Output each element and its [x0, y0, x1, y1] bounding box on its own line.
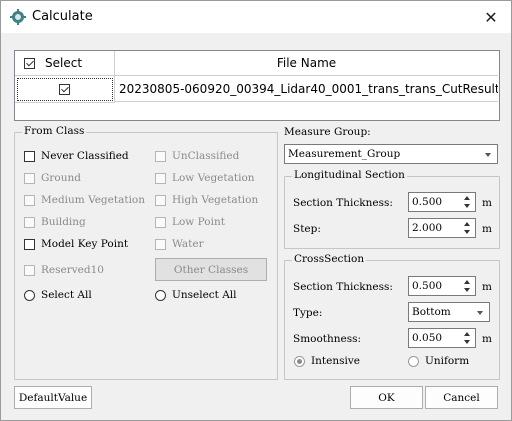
uniform-radio[interactable]: Uniform: [408, 355, 469, 367]
checkbox: [155, 150, 166, 162]
longitudinal-section-group: Longitudinal Section Section Thickness: …: [284, 169, 500, 249]
intensive-radio[interactable]: Intensive: [294, 355, 360, 367]
cross-section-title: CrossSection: [292, 253, 367, 265]
type-dropdown[interactable]: Bottom: [408, 302, 490, 322]
class-building: Building: [24, 216, 86, 228]
select-header[interactable]: Select: [15, 51, 115, 76]
type-label: Type:: [293, 307, 323, 319]
type-value: Bottom: [412, 306, 451, 318]
spin-arrows-icon[interactable]: [461, 277, 475, 295]
class-low-vegetation: Low Vegetation: [155, 172, 255, 184]
radio[interactable]: [24, 289, 35, 301]
class-high-vegetation: High Vegetation: [155, 194, 258, 206]
unit-label: m: [482, 223, 492, 235]
class-ground: Ground: [24, 172, 81, 184]
spin-arrows-icon[interactable]: [461, 193, 475, 211]
unit-label: m: [482, 281, 492, 293]
spin-arrows-icon[interactable]: [461, 219, 475, 237]
measure-group-dropdown[interactable]: Measurement_Group: [284, 144, 498, 164]
radio[interactable]: [155, 289, 166, 301]
class-reserved10: Reserved10: [24, 264, 104, 276]
checkbox: [155, 194, 166, 206]
longitudinal-thickness-spinbox[interactable]: 0.500: [408, 192, 476, 212]
radio[interactable]: [294, 355, 305, 367]
select-header-label: Select: [45, 56, 83, 70]
class-never-classified[interactable]: Never Classified: [24, 150, 129, 162]
cross-thickness-spinbox[interactable]: 0.500: [408, 276, 476, 296]
cancel-button[interactable]: Cancel: [425, 386, 498, 409]
cross-section-group: CrossSection Section Thickness: 0.500 m …: [284, 253, 500, 380]
other-classes-button: Other Classes: [155, 258, 267, 281]
title-bar: Calculate ✕: [1, 1, 511, 33]
select-all-header-checkbox[interactable]: [24, 57, 35, 69]
ok-button[interactable]: OK: [350, 386, 423, 409]
class-unclassified: UnClassified: [155, 150, 239, 162]
measure-group-value: Measurement_Group: [288, 148, 401, 160]
class-low-point: Low Point: [155, 216, 225, 228]
row-select-checkbox[interactable]: [59, 83, 70, 95]
longitudinal-section-title: Longitudinal Section: [292, 169, 407, 181]
calculate-dialog: Calculate ✕ Select File Name 20230805-06…: [0, 0, 512, 421]
section-thickness-label: Section Thickness:: [293, 197, 393, 209]
unit-label: m: [482, 197, 492, 209]
checkbox: [24, 194, 35, 206]
class-water: Water: [155, 238, 204, 250]
checkbox: [155, 172, 166, 184]
default-value-button[interactable]: DefaultValue: [14, 386, 92, 409]
table-row-select-cell[interactable]: [15, 76, 115, 103]
chevron-down-icon: [477, 311, 483, 315]
class-model-key-point[interactable]: Model Key Point: [24, 238, 128, 250]
measure-group-label: Measure Group:: [284, 126, 371, 138]
step-label: Step:: [293, 223, 321, 235]
file-name-header[interactable]: File Name: [115, 51, 498, 76]
checkbox: [24, 264, 35, 276]
smoothness-spinbox[interactable]: 0.050: [408, 328, 476, 348]
from-class-title: From Class: [22, 125, 87, 137]
checkbox: [155, 216, 166, 228]
checkbox[interactable]: [24, 150, 35, 162]
table-row-file-name[interactable]: 20230805-060920_00394_Lidar40_0001_trans…: [115, 76, 498, 102]
step-spinbox[interactable]: 2.000: [408, 218, 476, 238]
checkbox: [24, 216, 35, 228]
spin-arrows-icon[interactable]: [461, 329, 475, 347]
window-title: Calculate: [32, 9, 93, 24]
class-medium-vegetation: Medium Vegetation: [24, 194, 145, 206]
gear-app-icon: [10, 9, 26, 25]
checkbox[interactable]: [24, 238, 35, 250]
close-icon[interactable]: ✕: [471, 1, 511, 33]
checkbox: [155, 238, 166, 250]
section-thickness-label: Section Thickness:: [293, 281, 393, 293]
select-all-radio[interactable]: Select All: [24, 289, 92, 301]
file-table: Select File Name 20230805-060920_00394_L…: [14, 50, 500, 121]
unit-label: m: [482, 333, 492, 345]
radio[interactable]: [408, 355, 419, 367]
unselect-all-radio[interactable]: Unselect All: [155, 289, 237, 301]
from-class-group: From Class Never Classified UnClassified…: [14, 125, 278, 380]
smoothness-label: Smoothness:: [293, 333, 362, 345]
chevron-down-icon: [485, 153, 491, 157]
checkbox: [24, 172, 35, 184]
